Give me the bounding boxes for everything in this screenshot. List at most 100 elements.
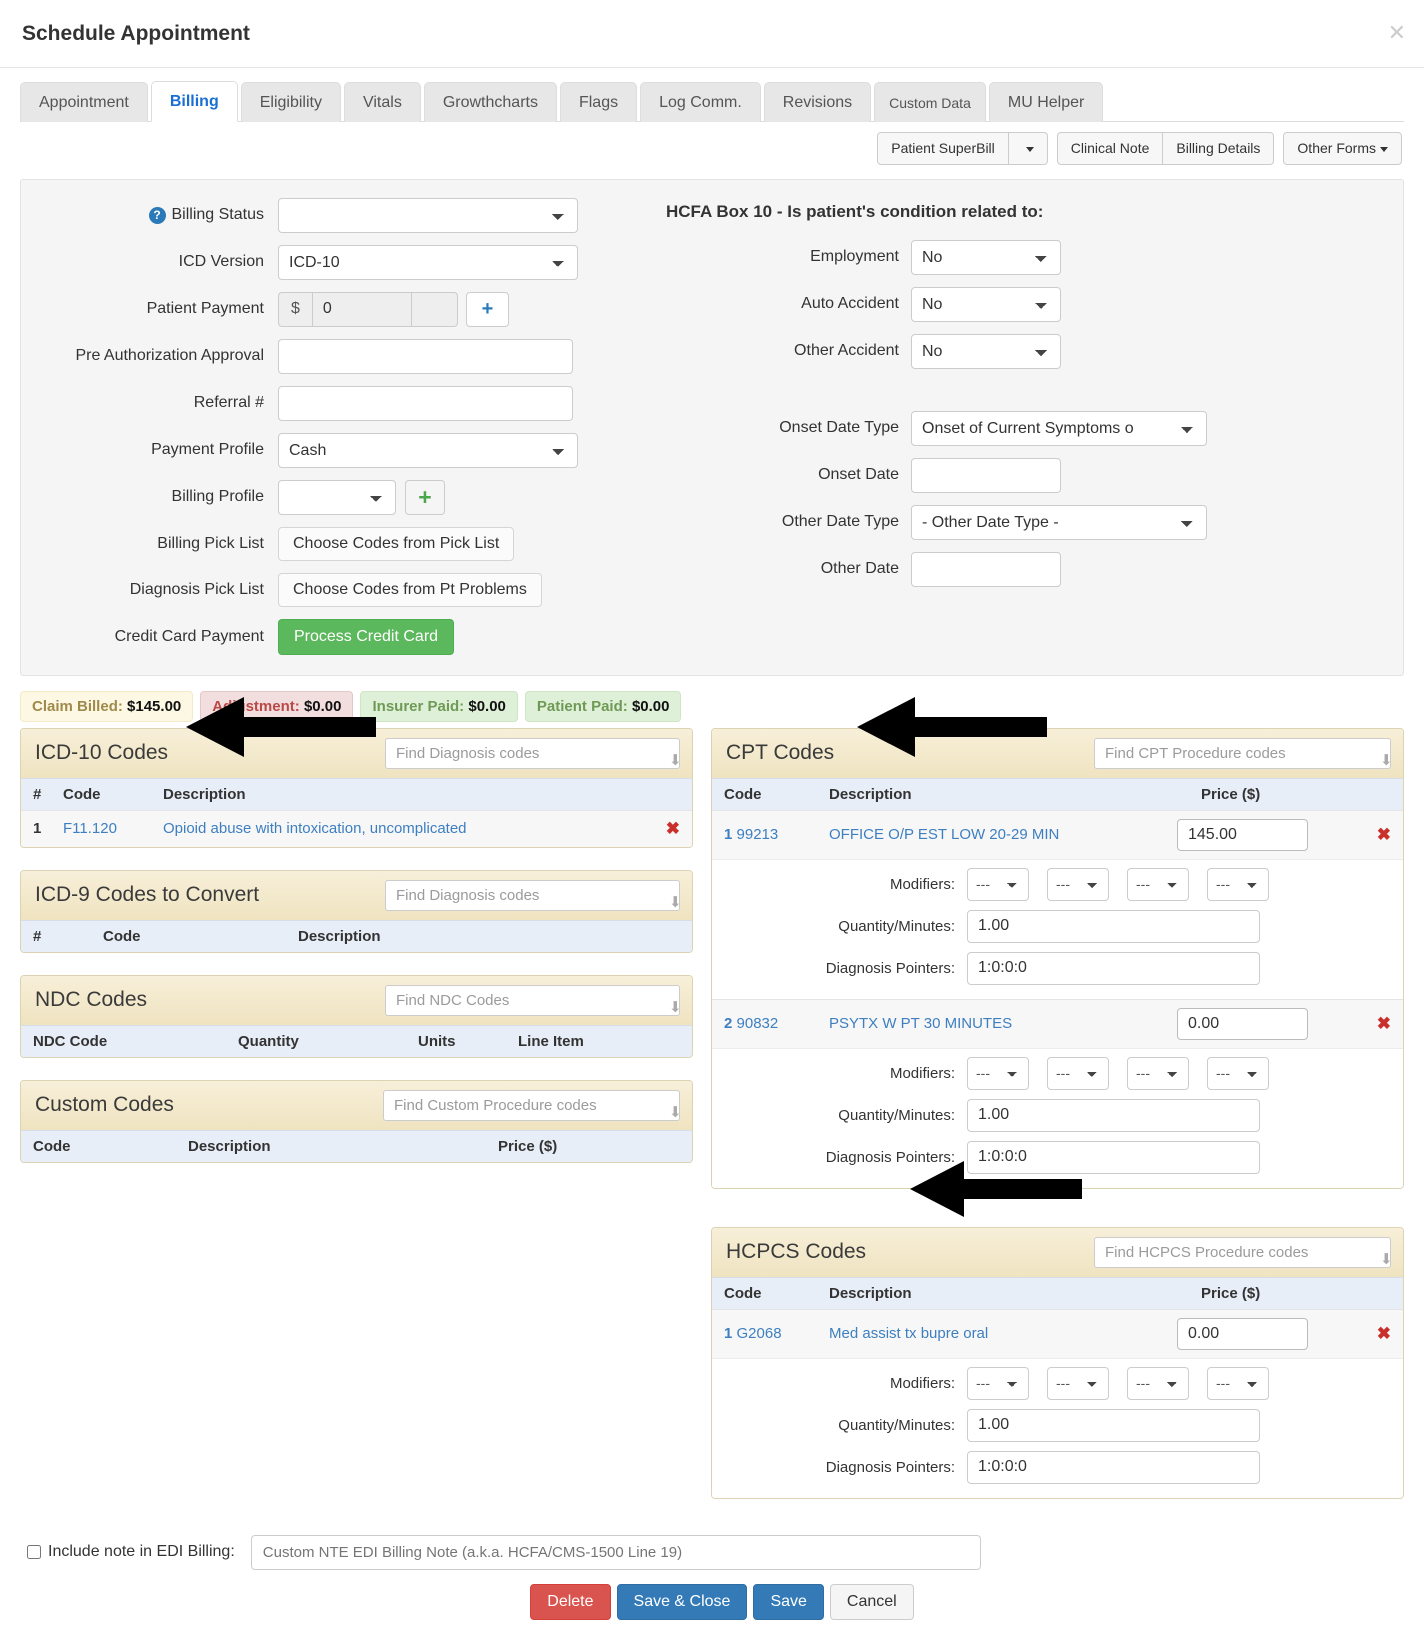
payment-profile-select[interactable]: Cash	[278, 432, 578, 468]
cpt-modifier-3-select[interactable]: ---	[1127, 1056, 1189, 1090]
hcpcs-modifier-1-select[interactable]: ---	[967, 1366, 1029, 1400]
cpt-search-input[interactable]: Find CPT Procedure codes ⬇	[1094, 737, 1393, 769]
icd10-code-link[interactable]: F11.120	[63, 820, 117, 837]
save-and-close-button[interactable]: Save & Close	[616, 1583, 748, 1620]
custom-codes-search-input[interactable]: Find Custom Procedure codes ⬇	[383, 1089, 682, 1121]
cpt-description-link[interactable]: OFFICE O/P EST LOW 20-29 MIN	[829, 826, 1059, 843]
other-accident-select[interactable]: No	[911, 333, 1061, 369]
tab-mu-helper[interactable]: MU Helper	[988, 82, 1104, 122]
icd9-search-input[interactable]: Find Diagnosis codes ⬇	[385, 879, 682, 911]
tab-revisions[interactable]: Revisions	[763, 82, 872, 122]
tab-appointment[interactable]: Appointment	[20, 82, 148, 122]
hcpcs-row-description[interactable]: Med assist tx bupre oral	[829, 1325, 1177, 1342]
auto-accident-select[interactable]: No	[911, 286, 1061, 322]
tab-growthcharts[interactable]: Growthcharts	[423, 82, 557, 122]
include-edi-note-checkbox[interactable]	[27, 1545, 41, 1560]
tab-log-comm[interactable]: Log Comm.	[640, 82, 761, 122]
table-row: 1 F11.120 Opioid abuse with intoxication…	[21, 809, 692, 847]
delete-icon[interactable]: ✖	[1367, 1014, 1391, 1034]
process-credit-card-button[interactable]: Process Credit Card	[278, 618, 455, 655]
delete-icon[interactable]: ✖	[1367, 1324, 1391, 1344]
superbill-dropdown-caret-icon[interactable]	[1008, 132, 1048, 165]
help-icon[interactable]: ?	[148, 206, 166, 224]
cpt-row-description[interactable]: OFFICE O/P EST LOW 20-29 MIN	[829, 826, 1177, 843]
delete-button[interactable]: Delete	[530, 1583, 611, 1620]
other-forms-button[interactable]: Other Forms	[1283, 132, 1402, 165]
tab-flags[interactable]: Flags	[559, 82, 638, 122]
icd10-search-input[interactable]: Find Diagnosis codes ⬇	[385, 737, 682, 769]
table-row: 1 99213 OFFICE O/P EST LOW 20-29 MIN ✖	[712, 809, 1403, 859]
other-date-label: Other Date	[820, 560, 899, 578]
cpt-modifier-2-select[interactable]: ---	[1047, 867, 1109, 901]
cpt-modifier-2-select[interactable]: ---	[1047, 1056, 1109, 1090]
cpt-table-header: Code Description Price ($)	[712, 777, 1403, 810]
hcpcs-modifiers-label: Modifiers:	[889, 1374, 955, 1392]
employment-select[interactable]: No	[911, 239, 1061, 275]
cpt-row-description[interactable]: PSYTX W PT 30 MINUTES	[829, 1015, 1177, 1032]
save-button[interactable]: Save	[753, 1583, 824, 1620]
cancel-button[interactable]: Cancel	[829, 1583, 914, 1620]
patient-superbill-button[interactable]: Patient SuperBill	[877, 132, 1009, 165]
tab-custom-data[interactable]: Custom Data	[874, 82, 986, 122]
pre-authorization-input[interactable]	[278, 338, 573, 374]
billing-status-select[interactable]	[278, 197, 578, 233]
referral-input[interactable]	[278, 385, 573, 421]
cpt-modifier-1-select[interactable]: ---	[967, 1056, 1029, 1090]
onset-date-input[interactable]	[911, 457, 1061, 493]
cpt-code-link[interactable]: 99213	[737, 826, 779, 843]
patient-payment-input[interactable]	[311, 291, 412, 327]
field-payment-profile: Payment Profile Cash	[21, 432, 646, 468]
cpt-modifier-1-select[interactable]: ---	[967, 867, 1029, 901]
cpt-modifier-3-select[interactable]: ---	[1127, 867, 1189, 901]
cpt-price-input[interactable]	[1177, 1007, 1308, 1040]
hcpcs-row-code[interactable]: 1 G2068	[724, 1325, 829, 1342]
cpt-modifier-4-select[interactable]: ---	[1207, 867, 1269, 901]
billing-details-button[interactable]: Billing Details	[1163, 132, 1275, 165]
other-date-type-label: Other Date Type	[781, 513, 899, 531]
tab-vitals[interactable]: Vitals	[343, 82, 421, 122]
choose-codes-pick-list-button[interactable]: Choose Codes from Pick List	[278, 526, 515, 561]
cpt-pointers-input[interactable]	[967, 1140, 1260, 1174]
cpt-modifier-4-select[interactable]: ---	[1207, 1056, 1269, 1090]
cpt-description-link[interactable]: PSYTX W PT 30 MINUTES	[829, 1015, 1012, 1032]
icd-version-select[interactable]: ICD-10	[278, 244, 578, 280]
cpt-row-code[interactable]: 2 90832	[724, 1015, 829, 1032]
tab-billing[interactable]: Billing	[150, 81, 238, 122]
icd10-row-description[interactable]: Opioid abuse with intoxication, uncompli…	[163, 820, 660, 837]
icd10-header-description: Description	[163, 785, 246, 803]
hcpcs-price-input[interactable]	[1177, 1317, 1308, 1350]
other-date-input[interactable]	[911, 551, 1061, 587]
delete-icon[interactable]: ✖	[660, 819, 680, 839]
add-payment-button[interactable]: +	[465, 291, 509, 327]
add-billing-profile-button[interactable]: +	[405, 479, 445, 515]
delete-icon[interactable]: ✖	[1367, 825, 1391, 845]
cpt-row-code[interactable]: 1 99213	[724, 826, 829, 843]
hcpcs-modifier-3-select[interactable]: ---	[1127, 1366, 1189, 1400]
close-icon[interactable]: ✕	[1388, 22, 1406, 44]
cpt-quantity-input[interactable]	[967, 909, 1260, 943]
other-date-type-select[interactable]: - Other Date Type -	[911, 504, 1207, 540]
hcpcs-pointers-input[interactable]	[967, 1450, 1260, 1484]
hcpcs-description-link[interactable]: Med assist tx bupre oral	[829, 1325, 988, 1342]
hcpcs-search-input[interactable]: Find HCPCS Procedure codes ⬇	[1094, 1236, 1393, 1268]
hcpcs-modifier-2-select[interactable]: ---	[1047, 1366, 1109, 1400]
ndc-search-input[interactable]: Find NDC Codes ⬇	[385, 984, 682, 1016]
cpt-pointers-input[interactable]	[967, 951, 1260, 985]
hcpcs-code-link[interactable]: G2068	[737, 1325, 782, 1342]
hcpcs-quantity-input[interactable]	[967, 1408, 1260, 1442]
icd10-row-code[interactable]: F11.120	[63, 820, 163, 837]
billing-status-label: ? Billing Status	[21, 206, 278, 224]
onset-date-type-select[interactable]: Onset of Current Symptoms o	[911, 410, 1207, 446]
icd10-title: ICD-10 Codes	[35, 741, 169, 765]
choose-codes-pt-problems-button[interactable]: Choose Codes from Pt Problems	[278, 572, 542, 607]
tab-eligibility[interactable]: Eligibility	[240, 82, 341, 122]
edi-note-input[interactable]	[250, 1534, 981, 1570]
clinical-note-button[interactable]: Clinical Note	[1056, 132, 1164, 165]
cpt-code-link[interactable]: 90832	[737, 1015, 779, 1032]
billing-profile-select[interactable]	[278, 479, 396, 515]
icd10-description-link[interactable]: Opioid abuse with intoxication, uncompli…	[163, 820, 467, 837]
hcpcs-modifier-4-select[interactable]: ---	[1207, 1366, 1269, 1400]
cpt-quantity-input[interactable]	[967, 1098, 1260, 1132]
hcpcs-search-placeholder: Find HCPCS Procedure codes	[1105, 1243, 1309, 1261]
cpt-price-input[interactable]	[1177, 818, 1308, 851]
